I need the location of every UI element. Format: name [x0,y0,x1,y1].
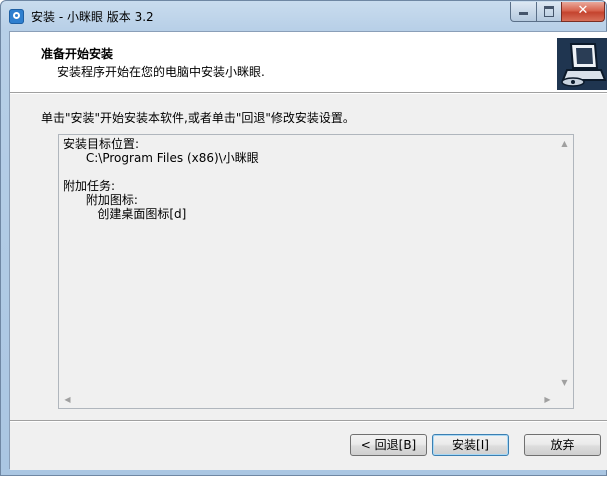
window-frame: 安装 - 小眯眼 版本 3.2 ✕ 准备开始安装 安装程序开始在您的电脑中安装小… [0,0,607,476]
scroll-right-icon[interactable]: ▶ [539,391,556,408]
memo-line [63,165,259,179]
memo-line: 创建桌面图标[d] [63,207,187,221]
wizard-footer: < 回退[B] 安装[I] 放弃 [10,422,607,470]
title-bar[interactable]: 安装 - 小眯眼 版本 3.2 ✕ [1,1,607,31]
memo-line: C:\Program Files (x86)\小眯眼 [63,151,259,165]
minimize-button[interactable] [510,2,537,22]
wizard-client-area: 准备开始安装 安装程序开始在您的电脑中安装小眯眼. 单击"安装"开始安装本软件,… [9,31,607,470]
scroll-down-icon[interactable]: ▼ [556,374,573,391]
scroll-left-icon[interactable]: ◀ [59,391,76,408]
app-icon[interactable] [9,9,24,24]
maximize-button[interactable] [536,2,562,22]
memo-text: 安装目标位置: C:\Program Files (x86)\小眯眼 附加任务:… [63,137,259,221]
page-subtitle: 安装程序开始在您的电脑中安装小眯眼. [57,65,265,79]
memo-line: 安装目标位置: [63,137,140,151]
maximize-icon [537,3,561,17]
wizard-body: 单击"安装"开始安装本软件,或者单击"回退"修改安装设置。 安装目标位置: C:… [10,94,607,420]
scroll-up-icon[interactable]: ▲ [556,135,573,152]
minimize-icon [511,3,536,15]
cancel-button[interactable]: 放弃 [524,434,601,456]
memo-line: 附加图标: [63,193,138,207]
window-title: 安装 - 小眯眼 版本 3.2 [31,10,154,24]
wizard-header: 准备开始安装 安装程序开始在您的电脑中安装小眯眼. [10,32,607,92]
setup-computer-icon [557,38,607,90]
back-button[interactable]: < 回退[B] [350,434,427,456]
install-button[interactable]: 安装[I] [432,434,509,456]
close-button[interactable]: ✕ [561,2,605,22]
page-title: 准备开始安装 [41,47,114,61]
instruction-text: 单击"安装"开始安装本软件,或者单击"回退"修改安装设置。 [41,111,355,125]
horizontal-scrollbar[interactable]: ◀ ▶ [59,391,556,408]
ready-memo[interactable]: 安装目标位置: C:\Program Files (x86)\小眯眼 附加任务:… [58,134,574,409]
memo-line: 附加任务: [63,179,116,193]
vertical-scrollbar[interactable]: ▲ ▼ [556,135,573,391]
close-icon: ✕ [577,3,589,18]
